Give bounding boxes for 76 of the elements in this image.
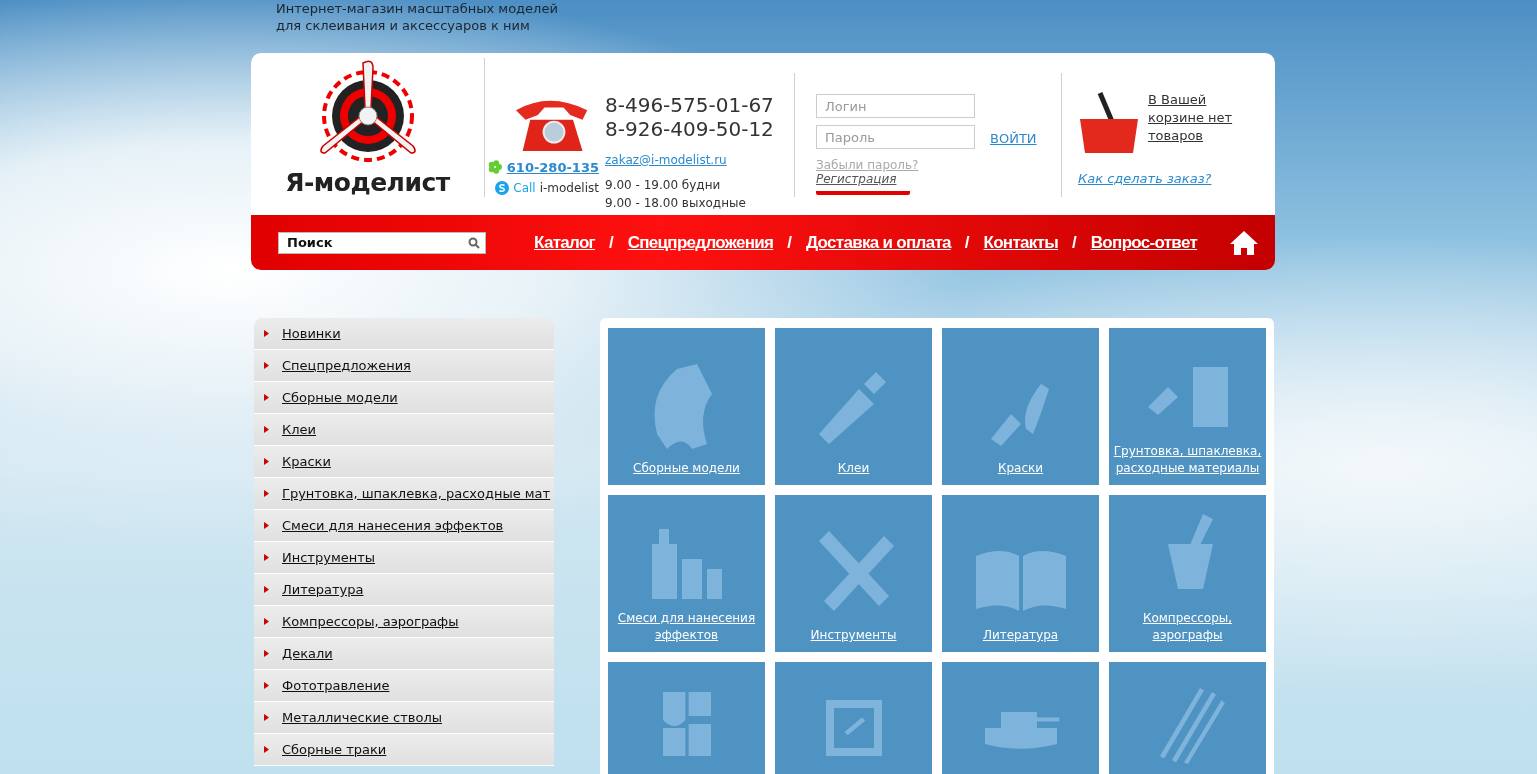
bullet-icon [264, 650, 269, 657]
flower-icon [486, 159, 503, 175]
sidebar-item[interactable]: Фототравление [254, 670, 554, 702]
logo-text: Я-моделист [285, 168, 450, 197]
bullet-icon [264, 330, 269, 337]
bullet-icon [264, 586, 269, 593]
category-tile[interactable] [775, 662, 932, 774]
sidebar-link[interactable]: Фототравление [282, 678, 390, 693]
sidebar-link[interactable]: Сборные модели [282, 390, 398, 405]
sidebar-item[interactable]: Литература [254, 574, 554, 606]
sidebar-item[interactable]: Спецпредложения [254, 350, 554, 382]
login-link[interactable]: ВОЙТИ [990, 131, 1037, 146]
sidebar-item[interactable]: Сборные траки [254, 734, 554, 766]
sidebar-link[interactable]: Компрессоры, аэрографы [282, 614, 459, 629]
sidebar-link[interactable]: Инструменты [282, 550, 376, 565]
sidebar-link[interactable]: Грунтовка, шпаклевка, расходные мат [282, 486, 551, 501]
bullet-icon [264, 746, 269, 753]
nav-link[interactable]: Контакты [983, 232, 1059, 253]
cart-status-link[interactable]: В Вашей корзине нет товаров [1148, 91, 1264, 157]
sidebar-item[interactable]: Металлические стволы [254, 702, 554, 734]
nav-link[interactable]: Вопрос-ответ [1090, 232, 1198, 253]
bullet-icon [264, 554, 269, 561]
registration-link[interactable]: Регистрация [816, 172, 911, 195]
nav-link[interactable]: Спецпредложения [627, 232, 774, 253]
bullet-icon [264, 426, 269, 433]
sidebar-link[interactable]: Спецпредложения [282, 358, 411, 373]
home-icon[interactable] [1229, 229, 1260, 256]
search-field[interactable]: Поиск [278, 231, 486, 254]
bullet-icon [264, 714, 269, 721]
sidebar-item[interactable]: Декали [254, 638, 554, 670]
sidebar-link[interactable]: Литература [282, 582, 364, 597]
nav-separator: / [608, 232, 614, 253]
nav-separator: / [1072, 232, 1077, 253]
category-tile[interactable] [942, 662, 1099, 774]
tagline-text: Интернет-магазин масштабных моделей [276, 0, 559, 17]
sidebar-item[interactable]: Инструменты [254, 542, 554, 574]
sidebar-link[interactable]: Клеи [282, 422, 316, 437]
bullet-icon [264, 682, 269, 689]
bullet-icon [264, 618, 269, 625]
icq-number-link[interactable]: 610-280-135 [506, 159, 599, 175]
sidebar-item[interactable]: Грунтовка, шпаклевка, расходные мат [254, 478, 554, 510]
sidebar-link[interactable]: Новинки [282, 326, 341, 341]
how-to-order-link[interactable]: Как сделать заказ? [1078, 171, 1264, 186]
phone-number: 8-926-409-50-12 [605, 117, 774, 141]
nav-link[interactable]: Доставка и оплата [805, 232, 951, 253]
sidebar-item[interactable]: Новинки [254, 318, 554, 350]
bullet-icon [264, 522, 269, 529]
sidebar-link[interactable]: Сборные траки [282, 742, 387, 757]
sidebar-link[interactable]: Металлические стволы [282, 710, 442, 725]
tagline-text: для склеивания и аксессуаров к ним [276, 17, 531, 34]
category-tile[interactable] [1109, 662, 1266, 774]
sidebar-link[interactable]: Краски [282, 454, 331, 469]
sidebar-link[interactable]: Смеси для нанесения эффектов [282, 518, 504, 533]
nav-link[interactable]: Каталог [534, 232, 595, 253]
phone-number: 8-496-575-01-67 [605, 93, 774, 117]
password-field[interactable]: Пароль [816, 125, 975, 149]
sidebar-link[interactable]: Декали [282, 646, 333, 661]
search-icon[interactable] [468, 236, 480, 249]
sidebar-item[interactable]: Компрессоры, аэрографы [254, 606, 554, 638]
skype-name: i-modelist [539, 180, 599, 197]
nav-separator: / [964, 232, 970, 253]
sidebar-item[interactable]: Краски [254, 446, 554, 478]
sidebar-item[interactable]: Сборные модели [254, 382, 554, 414]
category-tile[interactable] [608, 662, 765, 774]
bullet-icon [264, 362, 269, 369]
working-hours: 9.00 - 18.00 выходные [605, 195, 747, 212]
email-link[interactable]: zakaz@i-modelist.ru [605, 153, 727, 167]
working-hours: 9.00 - 19.00 будни [605, 177, 722, 194]
bullet-icon [264, 394, 269, 401]
bullet-icon [264, 458, 269, 465]
skype-icon [495, 181, 510, 195]
nav-separator: / [787, 232, 792, 253]
login-field[interactable]: Логин [816, 94, 975, 118]
bullet-icon [264, 490, 269, 497]
sidebar-item[interactable]: Смеси для нанесения эффектов [254, 510, 554, 542]
sidebar-item[interactable]: Клеи [254, 414, 554, 446]
